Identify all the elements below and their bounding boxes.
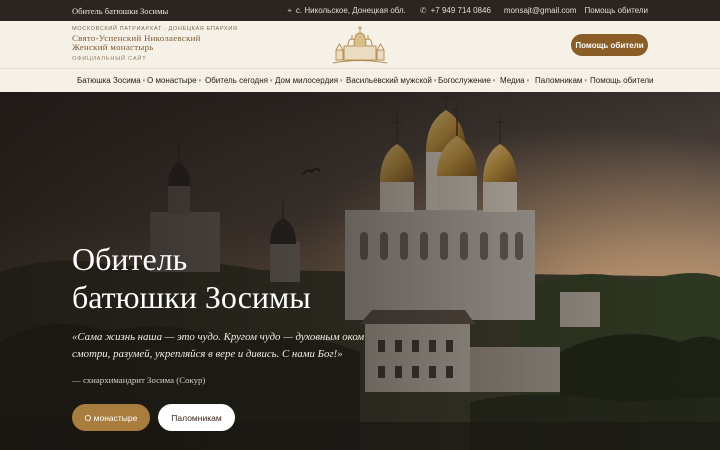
monastery-logo-icon[interactable] [330, 24, 390, 66]
nav-item-vasilevskiy[interactable]: Васильевский мужской ▾ [346, 76, 436, 85]
brand-subtitle: ОФИЦИАЛЬНЫЙ САЙТ [72, 56, 147, 62]
nav-item-bogosluzhenie[interactable]: Богослужение ▾ [438, 76, 495, 85]
nav-label: О монастыре [147, 76, 197, 85]
top-help-link[interactable]: Помощь обители [584, 6, 648, 15]
main-nav: Батюшка Зосима ▾ О монастыре ▾ Обитель сег… [0, 69, 720, 92]
chevron-down-icon: ▾ [198, 78, 202, 84]
nav-label: Дом милосердия [275, 76, 339, 85]
hero-title: Обитель батюшки Зосимы [72, 240, 372, 316]
nav-label: Батюшка Зосима [77, 76, 141, 85]
nav-label: Васильевский мужской [346, 76, 432, 85]
nav-label: Медиа [500, 76, 525, 85]
email-link[interactable]: monsajt@gmail.com [504, 6, 577, 15]
help-monastery-button[interactable]: Помощь обители [571, 34, 648, 56]
nav-item-dom-miloserdiya[interactable]: Дом милосердия ▾ [275, 76, 343, 85]
site-tagline: Обитель батюшки Зосимы [72, 6, 169, 16]
hero-quote: «Сама жизнь наша — это чудо. Кругом чудо… [72, 331, 365, 360]
nav-item-media[interactable]: Медиа ▾ [500, 76, 529, 85]
pilgrims-button[interactable]: Паломникам [158, 404, 235, 431]
nav-label: Богослужение [438, 76, 491, 85]
nav-item-batyushka-zosima[interactable]: Батюшка Зосима ▾ [77, 76, 145, 85]
address-text: с. Никольское, Донецкая обл. [295, 6, 406, 15]
chevron-down-icon: ▾ [340, 78, 343, 84]
chevron-down-icon: ▾ [492, 78, 496, 84]
nav-item-obitel-segodnya[interactable]: Обитель сегодня ▾ [205, 76, 273, 85]
brand-eyebrow: МОСКОВСКИЙ ПАТРИАРХАТ · ДОНЕЦКАЯ ЕПАРХИЯ [72, 26, 238, 32]
hero-section: Обитель батюшки Зосимы «Сама жизнь наша … [0, 92, 720, 450]
nav-label: Обитель сегодня [205, 76, 268, 85]
nav-item-o-monastyre[interactable]: О монастыре ▾ [147, 76, 201, 85]
chevron-down-icon: ▾ [584, 78, 587, 84]
brand-name[interactable]: Свято-Успенский Николаевский Женский мон… [72, 34, 222, 52]
chevron-down-icon: ▾ [269, 78, 273, 84]
about-monastery-button[interactable]: О монастыре [72, 404, 150, 431]
nav-item-pomosch[interactable]: Помощь обители [590, 76, 654, 85]
address-link[interactable]: ⌖ с. Никольское, Донецкая обл. [287, 6, 406, 15]
nav-item-palomnikam[interactable]: Паломникам ▾ [535, 76, 587, 85]
nav-label: Паломникам [535, 76, 583, 85]
chevron-down-icon: ▾ [142, 78, 146, 84]
site-header: МОСКОВСКИЙ ПАТРИАРХАТ · ДОНЕЦКАЯ ЕПАРХИЯ… [0, 21, 720, 69]
hero-quote-author: — схиархимандрит Зосима (Сокур) [72, 375, 206, 385]
chevron-down-icon: ▾ [526, 78, 530, 84]
hero-title-line2: батюшки Зосимы [72, 279, 311, 315]
phone-icon: ✆ [419, 5, 427, 15]
map-pin-icon: ⌖ [287, 5, 292, 15]
phone-link[interactable]: ✆ +7 949 714 0846 [420, 6, 491, 15]
nav-label: Помощь обители [590, 76, 654, 85]
phone-text: +7 949 714 0846 [430, 6, 491, 15]
top-bar-contacts: ⌖ с. Никольское, Донецкая обл. ✆ +7 949 … [287, 6, 648, 15]
top-bar: Обитель батюшки Зосимы ⌖ с. Никольское, … [0, 0, 720, 21]
hero-title-line1: Обитель [72, 241, 188, 277]
chevron-down-icon: ▾ [433, 78, 437, 84]
brand-name-line2: Женский монастырь [72, 42, 154, 52]
